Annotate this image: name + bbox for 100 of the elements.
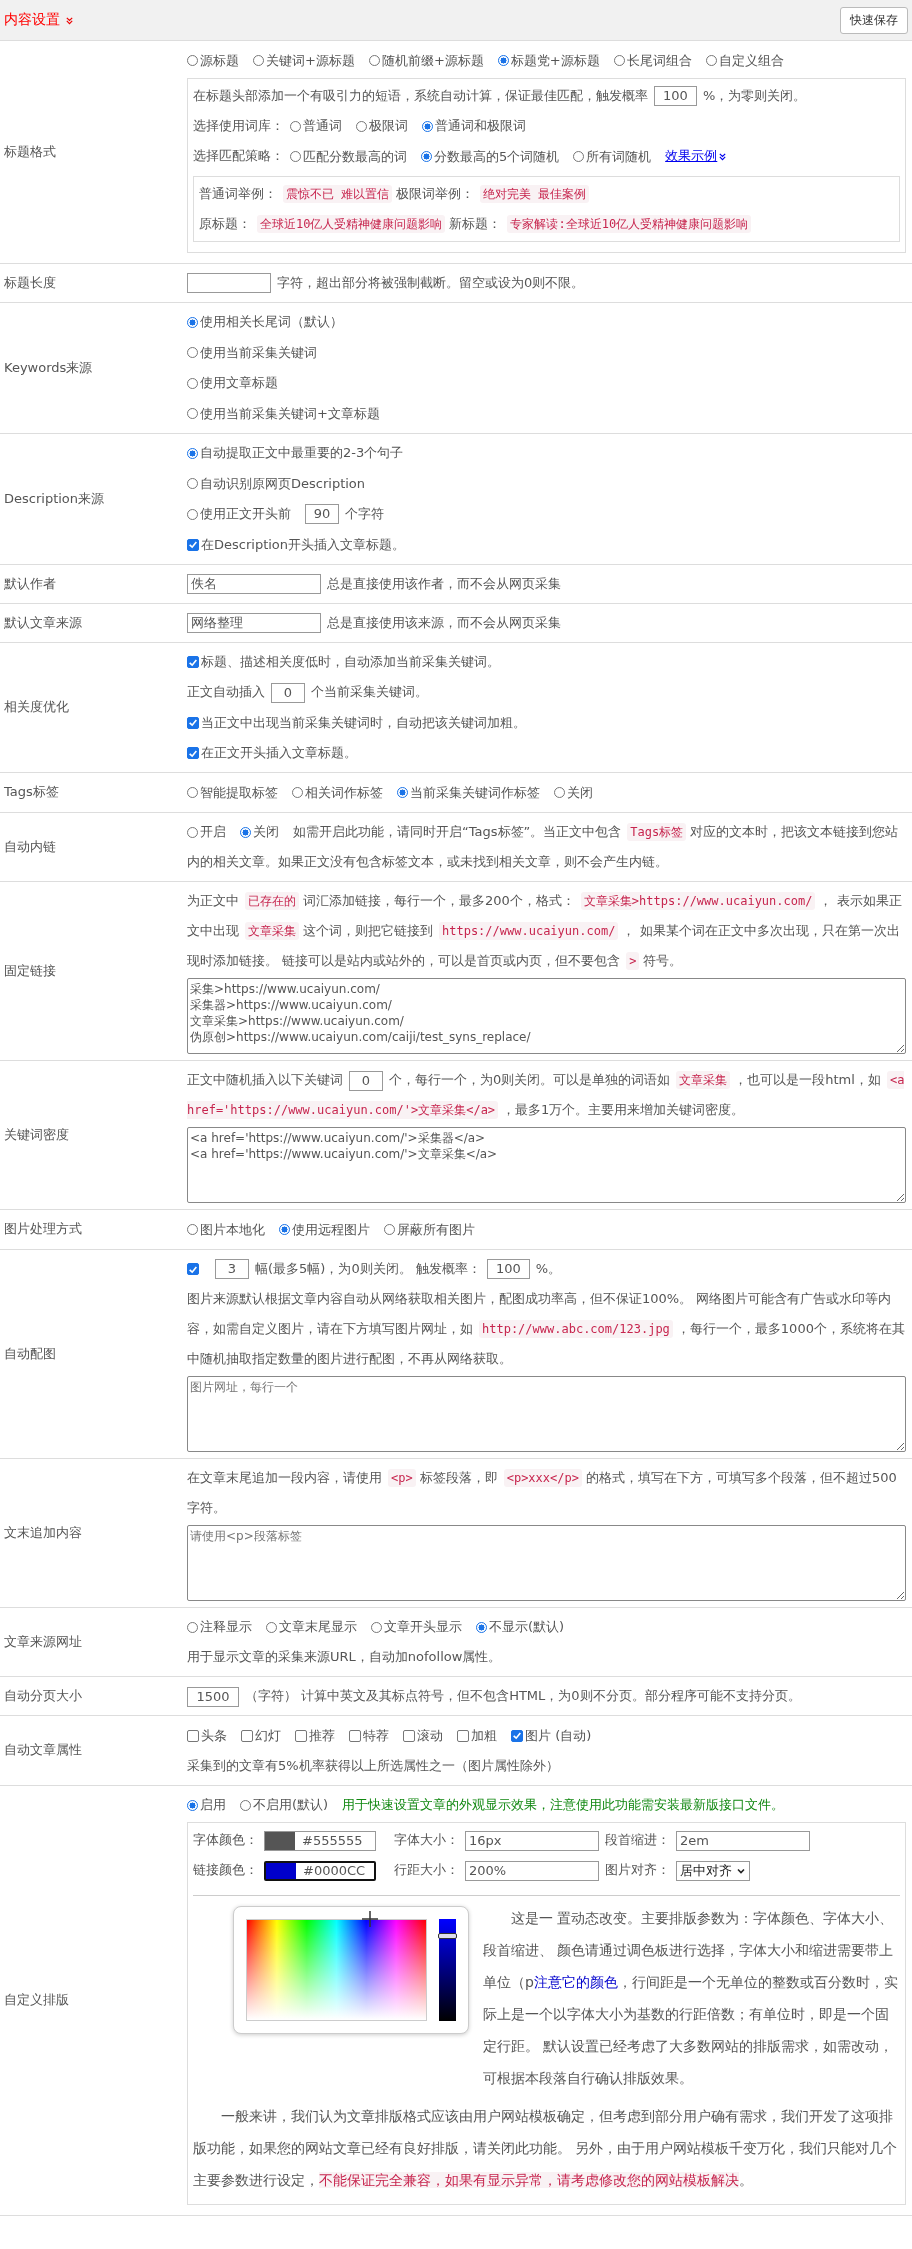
checkbox-label[interactable]: 当正文中出现当前采集关键词时，自动把该关键词加粗。: [201, 707, 526, 738]
color-picker-panel[interactable]: [233, 1906, 469, 2034]
radio-button[interactable]: [240, 1799, 251, 1811]
color-field[interactable]: #555555: [264, 1830, 376, 1851]
checkbox-label[interactable]: 幻灯: [255, 1720, 281, 1751]
text-field[interactable]: 200%: [465, 1860, 599, 1881]
radio-label[interactable]: 关键词+源标题: [266, 45, 355, 76]
radio-label[interactable]: 自定义组合: [718, 45, 784, 76]
color-field[interactable]: #0000CC: [264, 1860, 376, 1881]
radio-button[interactable]: [187, 447, 198, 459]
radio-label[interactable]: 随机前缀+源标题: [381, 45, 484, 76]
section-title[interactable]: 内容设置: [4, 11, 74, 29]
radio-button[interactable]: [554, 787, 565, 798]
radio-label[interactable]: 注释显示: [200, 1612, 252, 1642]
checkbox[interactable]: [187, 656, 199, 668]
radio-label[interactable]: 文章开头显示: [384, 1612, 462, 1642]
text-area[interactable]: 采集>https://www.ucaiyun.com/ 采集器>https://www.ucaiyun.com/ 文章采集>https://www.ucaiyun.com/ 伪原创>https://www.ucaiyun.com/caiji/test_syns_replace/: [187, 978, 906, 1054]
radio-button[interactable]: [187, 1799, 198, 1811]
radio-button[interactable]: [356, 120, 367, 132]
text-area[interactable]: 图片网址，每行一个: [187, 1375, 906, 1452]
radio-button[interactable]: [187, 787, 198, 798]
radio-label[interactable]: 智能提取标签: [200, 777, 278, 808]
color-spectrum[interactable]: [246, 1919, 428, 2021]
text-area[interactable]: <a href='https://www.ucaiyun.com/'>采集器</a> <a href='https://www.ucaiyun.com/'>文章采集</a>: [187, 1127, 906, 1203]
radio-button[interactable]: [187, 55, 198, 66]
radio-label[interactable]: 使用相关长尾词（默认）: [200, 307, 343, 337]
radio-label[interactable]: 使用当前采集关键词+文章标题: [200, 398, 380, 429]
checkbox[interactable]: [187, 1263, 199, 1275]
radio-label[interactable]: 关闭: [567, 777, 593, 808]
radio-button[interactable]: [290, 120, 301, 132]
number-field[interactable]: 3: [215, 1259, 249, 1279]
radio-button[interactable]: [497, 55, 509, 66]
number-field[interactable]: 0: [271, 682, 305, 703]
radio-label[interactable]: 使用远程图片: [292, 1214, 370, 1245]
radio-button[interactable]: [290, 151, 301, 162]
radio-button[interactable]: [397, 787, 408, 798]
number-field[interactable]: 100: [654, 86, 697, 106]
radio-button[interactable]: [187, 1224, 198, 1235]
checkbox[interactable]: [457, 1729, 469, 1742]
radio-label[interactable]: 分数最高的5个词随机: [434, 141, 560, 172]
radio-label[interactable]: 屏蔽所有图片: [397, 1214, 475, 1245]
radio-button[interactable]: [384, 1224, 395, 1235]
radio-label[interactable]: 文章末尾显示: [279, 1612, 357, 1642]
checkbox[interactable]: [295, 1729, 307, 1742]
checkbox-label[interactable]: 标题、描述相关度低时，自动添加当前采集关键词。: [201, 647, 500, 677]
text-field[interactable]: 2em: [676, 1830, 810, 1851]
radio-button[interactable]: [240, 826, 251, 838]
radio-label[interactable]: 自动识别原网页Description: [200, 468, 366, 499]
text-field[interactable]: [187, 273, 271, 293]
radio-button[interactable]: [292, 787, 303, 798]
radio-button[interactable]: [187, 478, 198, 489]
align-select[interactable]: 居中对齐: [676, 1860, 750, 1881]
example-link[interactable]: 效果示例: [665, 141, 728, 171]
number-field[interactable]: 0: [349, 1070, 383, 1091]
checkbox-label[interactable]: 推荐: [309, 1720, 335, 1751]
radio-button[interactable]: [187, 377, 198, 389]
radio-label[interactable]: 标题党+源标题: [510, 45, 600, 76]
checkbox-label[interactable]: 头条: [201, 1720, 227, 1751]
radio-button[interactable]: [253, 55, 264, 66]
radio-button[interactable]: [573, 151, 585, 162]
checkbox-label[interactable]: 加粗: [471, 1720, 497, 1751]
radio-button[interactable]: [187, 826, 198, 838]
radio-label[interactable]: 相关词作标签: [305, 777, 383, 808]
checkbox-label[interactable]: 特荐: [363, 1720, 389, 1751]
checkbox-label[interactable]: 在Description开头插入文章标题。: [201, 529, 406, 560]
radio-label[interactable]: 源标题: [200, 45, 239, 76]
checkbox[interactable]: [187, 538, 199, 551]
radio-label[interactable]: 当前采集关键词作标签: [410, 777, 540, 808]
checkbox[interactable]: [511, 1729, 523, 1742]
radio-button[interactable]: [187, 408, 198, 419]
radio-label[interactable]: 长尾词组合: [626, 45, 692, 76]
number-field[interactable]: 90: [305, 504, 339, 524]
checkbox[interactable]: [241, 1729, 253, 1742]
checkbox[interactable]: [403, 1729, 415, 1742]
checkbox[interactable]: [187, 1729, 199, 1742]
radio-button[interactable]: [613, 55, 625, 66]
number-field[interactable]: 1500: [187, 1686, 239, 1707]
text-area[interactable]: 请使用<p>段落标签: [187, 1524, 906, 1601]
radio-label[interactable]: 不启用(默认): [253, 1790, 329, 1820]
radio-label[interactable]: 使用当前采集关键词: [200, 337, 317, 368]
radio-label[interactable]: 关闭: [253, 817, 279, 847]
radio-label[interactable]: 所有词随机: [586, 141, 652, 172]
checkbox[interactable]: [349, 1729, 361, 1742]
preview-link[interactable]: 注意它的颜色: [533, 1974, 618, 1990]
radio-label[interactable]: 开启: [200, 817, 226, 847]
slider-thumb[interactable]: [438, 1933, 458, 1940]
radio-button[interactable]: [187, 1621, 198, 1633]
checkbox-label[interactable]: 图片 (自动): [525, 1720, 592, 1751]
number-field[interactable]: 100: [486, 1259, 530, 1279]
quick-save-button[interactable]: 快速保存: [840, 6, 908, 34]
radio-button[interactable]: [368, 55, 380, 66]
radio-button[interactable]: [279, 1224, 290, 1235]
radio-button[interactable]: [187, 508, 198, 520]
radio-label[interactable]: 匹配分数最高的词: [303, 141, 407, 172]
radio-label[interactable]: 使用正文开头前: [200, 499, 291, 529]
radio-button[interactable]: [476, 1621, 487, 1633]
text-field[interactable]: 佚名: [187, 574, 321, 594]
radio-label[interactable]: 普通词: [303, 111, 342, 141]
radio-label[interactable]: 自动提取正文中最重要的2-3个句子: [200, 438, 404, 468]
radio-label[interactable]: 极限词: [369, 111, 408, 141]
